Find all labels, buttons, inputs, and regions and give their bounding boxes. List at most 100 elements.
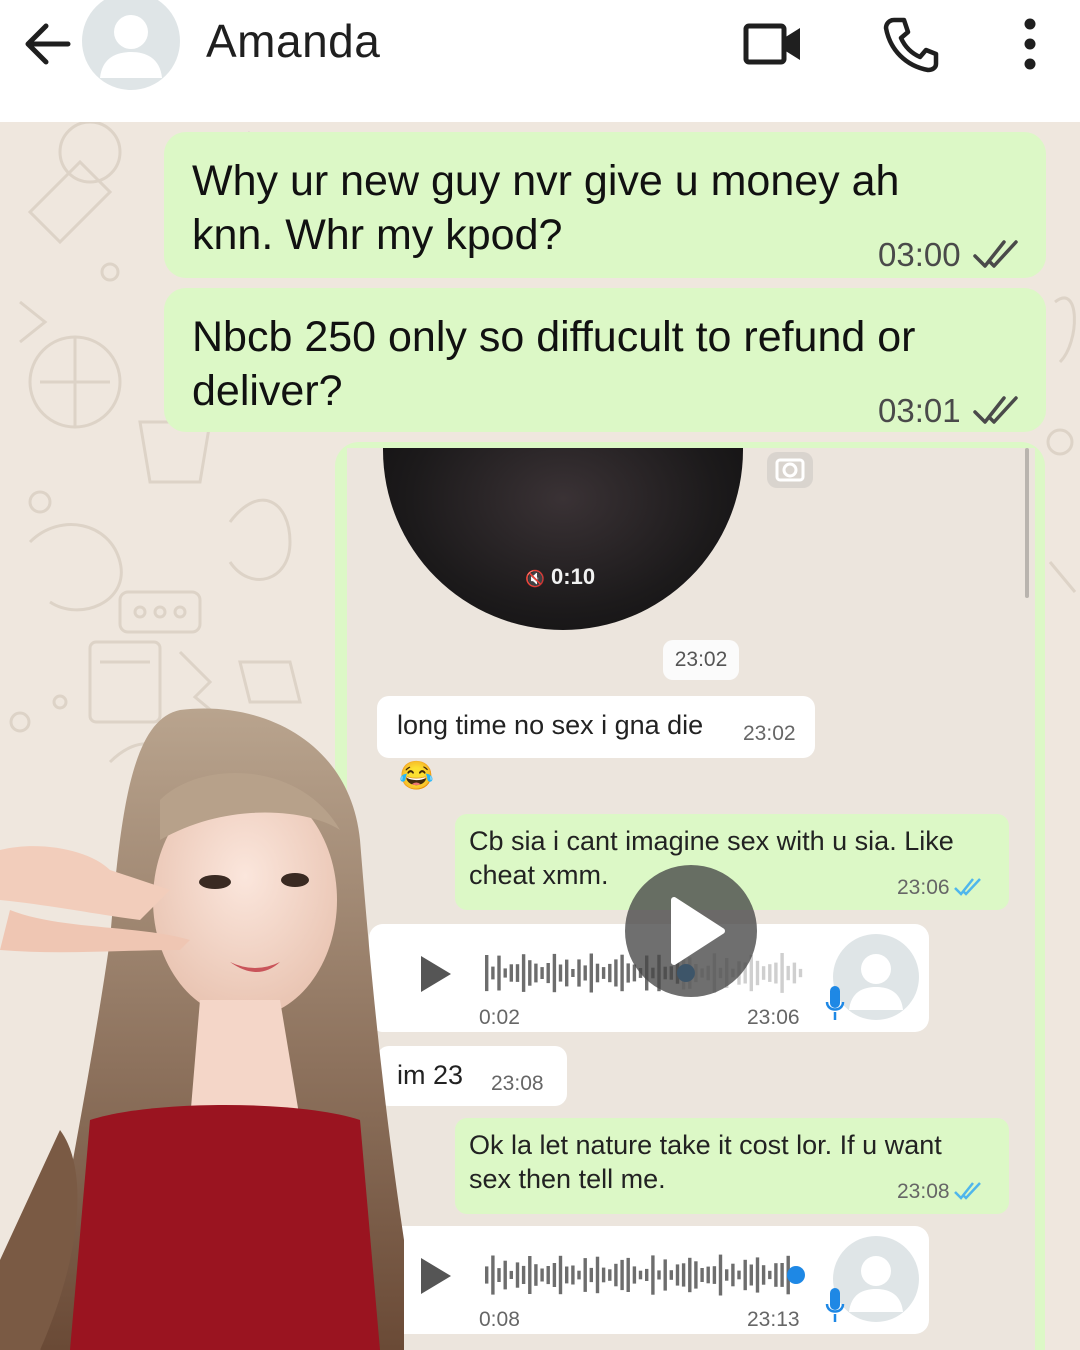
waveform-bar — [675, 1264, 680, 1286]
waveform-bar — [712, 1266, 717, 1284]
contact-name[interactable]: Amanda — [206, 14, 380, 68]
waveform-bar — [768, 1270, 772, 1280]
video-note-duration: 🔇 0:10 — [525, 564, 596, 589]
waveform-bar — [700, 1268, 704, 1282]
time-chip: 23:02 — [663, 640, 739, 680]
waveform-bar — [583, 965, 587, 981]
voice-duration: 0:08 — [479, 1308, 520, 1331]
waveform-bar — [798, 968, 803, 978]
video-note: 🔇 0:10 — [383, 448, 743, 630]
contact-avatar[interactable] — [82, 0, 180, 90]
waveform-bar — [528, 960, 532, 986]
waveform-bar — [608, 963, 612, 983]
read-ticks-icon — [973, 396, 1018, 424]
waveform-bar — [792, 962, 797, 984]
message-time: 23:08 — [897, 1180, 950, 1203]
waveform-bar — [491, 966, 495, 980]
waveform-bar — [528, 1256, 532, 1294]
avatar — [833, 934, 919, 1020]
voice-duration: 0:02 — [479, 1006, 520, 1029]
waveform-bar — [737, 1270, 741, 1280]
waveform-bar — [546, 1266, 550, 1285]
waveform-bar — [558, 964, 563, 982]
waveform-bar — [552, 953, 557, 993]
waveform-bar — [589, 953, 593, 993]
incoming-message: long time no sex i gna die 23:02 — [377, 696, 815, 758]
waveform-bar — [515, 964, 520, 982]
waveform-bar — [614, 959, 618, 987]
waveform-bar — [521, 954, 526, 992]
waveform-bar — [515, 1262, 520, 1288]
waveform-bar — [497, 1268, 501, 1282]
waveform-bar — [601, 1267, 606, 1283]
waveform-bar — [552, 1263, 557, 1287]
waveform-bar — [540, 967, 544, 979]
waveform-bar — [718, 1254, 723, 1296]
waveform-bar — [491, 1255, 495, 1295]
waveform-bar — [571, 1265, 575, 1285]
waveform-bar — [497, 955, 501, 991]
mic-icon — [825, 986, 845, 1020]
waveform-bar — [595, 1256, 600, 1294]
waveform-bar — [546, 963, 550, 984]
video-play-button-icon[interactable] — [624, 864, 758, 998]
message-time: 23:06 — [897, 876, 950, 899]
outgoing-message[interactable]: Nbcb 250 only so diffucult to refund or … — [164, 288, 1046, 432]
message-time: 23:06 — [747, 1006, 800, 1029]
waveform-bar — [558, 1255, 563, 1295]
play-icon — [421, 956, 451, 992]
back-arrow-icon[interactable] — [22, 18, 74, 70]
waveform-bar — [786, 965, 790, 981]
waveform-bar — [645, 1268, 649, 1281]
waveform-bar — [761, 1265, 766, 1285]
waveform-bar — [694, 1261, 698, 1289]
laughing-emoji-icon: 😂 — [399, 760, 434, 791]
chat-header: Amanda — [0, 0, 1080, 122]
waveform-bar — [620, 1259, 624, 1291]
waveform-bar — [780, 953, 784, 993]
outgoing-message[interactable]: Why ur new guy nvr give u money ah knn. … — [164, 132, 1046, 278]
waveform-bar — [534, 1264, 538, 1286]
waveform-bar — [509, 1270, 513, 1279]
waveform-bar — [509, 964, 513, 982]
waveform-bar — [657, 1270, 661, 1280]
waveform-bar — [731, 1263, 735, 1287]
video-call-icon[interactable] — [742, 18, 804, 70]
waveform-bar — [749, 1264, 753, 1286]
waveform-bar — [608, 1269, 612, 1281]
waveform-bar — [540, 1268, 544, 1282]
more-vert-icon[interactable] — [1018, 18, 1042, 70]
outgoing-message: Ok la let nature take it cost lor. If u … — [455, 1118, 1009, 1214]
waveform — [485, 1254, 805, 1296]
read-ticks-icon — [954, 1182, 981, 1200]
waveform-bar — [589, 1267, 593, 1283]
person-photo-sticker — [0, 708, 404, 1350]
message-time: 03:01 — [878, 392, 961, 429]
waveform-bar — [743, 1259, 747, 1291]
message-text: im 23 — [397, 1060, 464, 1090]
waveform-bar — [595, 963, 600, 983]
waveform-bar — [503, 968, 507, 978]
phone-icon[interactable] — [880, 14, 940, 74]
waveform-bar — [688, 1257, 692, 1293]
waveform-bar — [577, 959, 581, 987]
waveform-bar — [485, 1266, 489, 1284]
avatar-icon — [100, 15, 162, 78]
waveform-bar — [681, 1263, 686, 1287]
waveform-bar — [583, 1258, 587, 1292]
scrollbar — [1025, 448, 1029, 598]
muted-speaker-icon: 🔇 — [525, 571, 545, 588]
waveform-bar — [485, 955, 489, 992]
waveform-bar — [521, 1265, 526, 1284]
message-time: 23:13 — [747, 1308, 800, 1331]
waveform-bar — [651, 1255, 655, 1295]
waveform-bar — [774, 1263, 778, 1287]
read-ticks-icon — [954, 878, 981, 896]
message-time: 23:08 — [491, 1072, 544, 1095]
waveform-bar — [669, 1270, 673, 1280]
waveform-bar — [761, 966, 766, 980]
waveform-bar — [780, 1263, 784, 1287]
waveform-bar — [755, 1257, 760, 1293]
waveform-bar — [706, 1266, 710, 1284]
read-ticks-icon — [973, 240, 1018, 268]
